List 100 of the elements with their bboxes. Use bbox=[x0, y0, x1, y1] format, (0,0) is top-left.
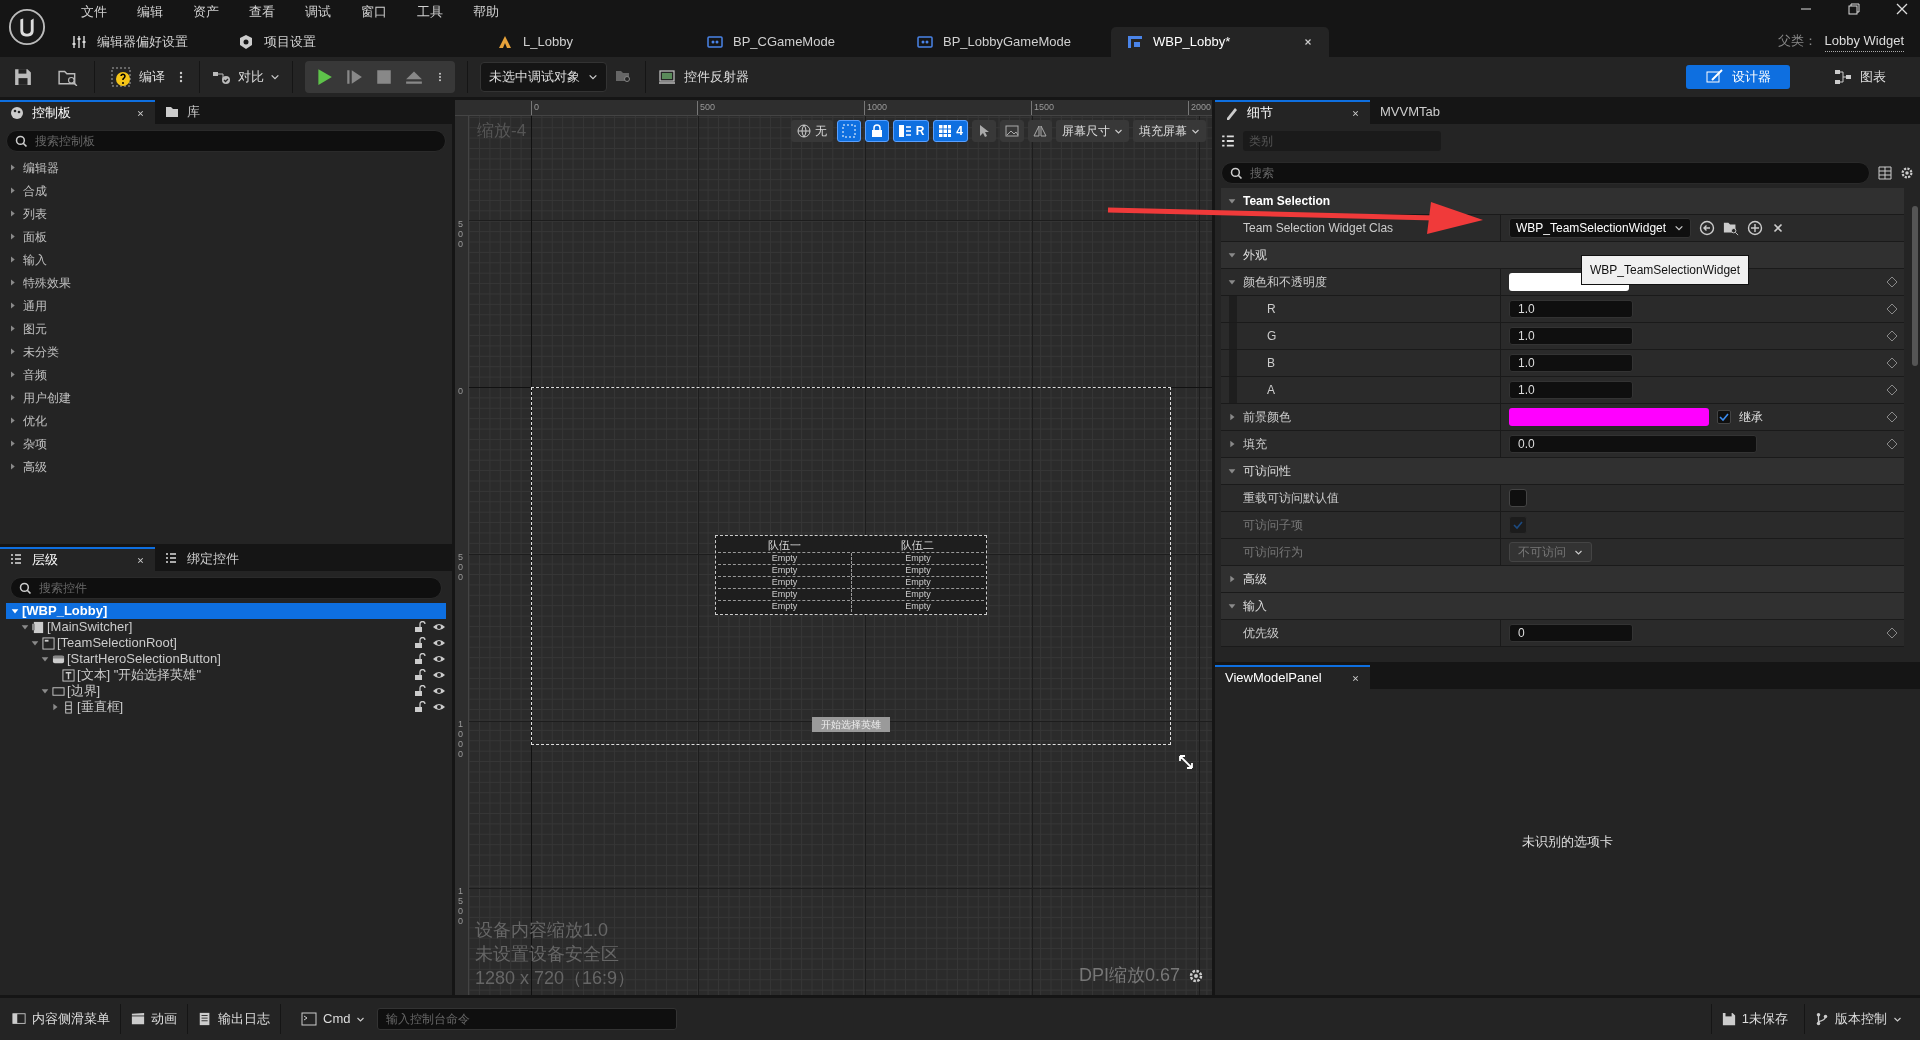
number-field[interactable]: 1.0 bbox=[1509, 354, 1633, 372]
tree-item[interactable]: [文本] "开始选择英雄" bbox=[6, 667, 446, 683]
menu-item[interactable]: 窗口 bbox=[346, 0, 402, 24]
status-bar-button[interactable]: 输出日志 bbox=[194, 1004, 281, 1034]
compile-button[interactable]: 编译 bbox=[111, 67, 165, 87]
palette-category[interactable]: 高级 bbox=[0, 455, 452, 478]
settings-icon[interactable] bbox=[1900, 166, 1914, 180]
number-field[interactable]: 0 bbox=[1509, 624, 1633, 642]
save-icon[interactable] bbox=[14, 68, 32, 86]
unlock-icon[interactable] bbox=[414, 621, 426, 633]
reset-diamond-icon[interactable] bbox=[1886, 330, 1898, 342]
document-tab[interactable]: BP_CGameMode bbox=[691, 27, 901, 57]
settings-icon[interactable] bbox=[1188, 967, 1204, 984]
parent-class-link[interactable]: Lobby Widget bbox=[1824, 31, 1904, 52]
palette-category[interactable]: 面板 bbox=[0, 225, 452, 248]
reset-diamond-icon[interactable] bbox=[1886, 627, 1898, 639]
menu-item[interactable]: 调试 bbox=[290, 0, 346, 24]
eye-icon[interactable] bbox=[432, 685, 446, 697]
add-icon[interactable] bbox=[1747, 220, 1764, 236]
image-toggle[interactable] bbox=[1000, 120, 1024, 142]
palette-category[interactable]: 列表 bbox=[0, 202, 452, 225]
category-list-icon[interactable] bbox=[1221, 134, 1235, 148]
unlock-icon[interactable] bbox=[414, 637, 426, 649]
close-icon[interactable] bbox=[1896, 3, 1908, 15]
unlock-icon[interactable] bbox=[414, 669, 426, 681]
palette-category[interactable]: 图元 bbox=[0, 317, 452, 340]
eye-icon[interactable] bbox=[432, 701, 446, 713]
step-icon[interactable] bbox=[345, 68, 363, 86]
class-picker-dropdown[interactable]: WBP_TeamSelectionWidget bbox=[1509, 218, 1692, 238]
play-icon[interactable] bbox=[315, 68, 333, 86]
document-tab[interactable]: WBP_Lobby* bbox=[1111, 27, 1329, 57]
panel-tab[interactable]: 控制板 bbox=[0, 100, 155, 124]
collapse-arrow-icon[interactable] bbox=[1227, 277, 1237, 287]
eye-icon[interactable] bbox=[432, 653, 446, 665]
resize-handle-icon[interactable] bbox=[1178, 754, 1194, 770]
designer-button[interactable]: 设计器 bbox=[1686, 65, 1790, 89]
preferences-button[interactable]: 编辑器偏好设置 bbox=[66, 32, 193, 52]
restore-icon[interactable] bbox=[1848, 3, 1860, 15]
reset-diamond-icon[interactable] bbox=[1886, 411, 1898, 423]
outline-toggle[interactable]: R bbox=[892, 120, 930, 142]
checkbox[interactable] bbox=[1509, 489, 1527, 507]
tree-item[interactable]: [WBP_Lobby] bbox=[6, 603, 446, 619]
menu-item[interactable]: 文件 bbox=[66, 0, 122, 24]
color-swatch[interactable] bbox=[1509, 408, 1709, 426]
marquee-toggle[interactable] bbox=[836, 120, 861, 142]
panel-tab[interactable]: 细节 bbox=[1215, 100, 1370, 124]
number-field[interactable]: 0.0 bbox=[1509, 435, 1757, 453]
palette-category[interactable]: 输入 bbox=[0, 248, 452, 271]
palette-category[interactable]: 未分类 bbox=[0, 340, 452, 363]
screen-size-dropdown[interactable]: 屏幕尺寸 bbox=[1056, 120, 1129, 142]
cmd-dropdown[interactable]: Cmd bbox=[295, 1009, 372, 1029]
reset-diamond-icon[interactable] bbox=[1886, 276, 1898, 288]
palette-category[interactable]: 特殊效果 bbox=[0, 271, 452, 294]
graph-button[interactable]: 图表 bbox=[1820, 65, 1900, 89]
palette-category[interactable]: 用户创建 bbox=[0, 386, 452, 409]
reset-diamond-icon[interactable] bbox=[1886, 384, 1898, 396]
menu-item[interactable]: 资产 bbox=[178, 0, 234, 24]
section-header[interactable]: 输入 bbox=[1221, 593, 1904, 620]
debug-target-dropdown[interactable]: 未选中调试对象 bbox=[480, 62, 607, 92]
unlock-icon[interactable] bbox=[414, 685, 426, 697]
number-field[interactable]: 1.0 bbox=[1509, 381, 1633, 399]
reset-diamond-icon[interactable] bbox=[1886, 303, 1898, 315]
palette-category[interactable]: 通用 bbox=[0, 294, 452, 317]
panel-tab[interactable]: 绑定控件 bbox=[155, 547, 295, 571]
tree-item[interactable]: [MainSwitcher] bbox=[6, 619, 446, 635]
fill-screen-dropdown[interactable]: 填充屏幕 bbox=[1133, 120, 1206, 142]
tree-item[interactable]: [StartHeroSelectionButton] bbox=[6, 651, 446, 667]
panel-tab[interactable]: MVVMTab bbox=[1370, 100, 1510, 124]
search-field[interactable]: 搜索控制板 bbox=[6, 130, 446, 152]
section-header[interactable]: Team Selection bbox=[1221, 188, 1904, 215]
unlock-icon[interactable] bbox=[414, 701, 426, 713]
reset-diamond-icon[interactable] bbox=[1886, 357, 1898, 369]
version-control-dropdown[interactable]: 版本控制 bbox=[1804, 1004, 1912, 1034]
close-icon[interactable] bbox=[1303, 37, 1313, 47]
document-tab[interactable]: BP_LobbyGameMode bbox=[901, 27, 1111, 57]
use-selected-icon[interactable] bbox=[1699, 220, 1716, 236]
project-settings-button[interactable]: 项目设置 bbox=[233, 32, 321, 52]
console-input[interactable]: 输入控制台命令 bbox=[377, 1008, 678, 1030]
browse-folder-icon[interactable] bbox=[58, 68, 78, 86]
lock-toggle[interactable] bbox=[864, 120, 889, 142]
scrollbar-thumb[interactable] bbox=[1912, 206, 1918, 366]
unsaved-button[interactable]: 1未保存 bbox=[1710, 1004, 1798, 1034]
browse-folder-icon[interactable] bbox=[1723, 220, 1740, 236]
panel-tab[interactable]: ViewModelPanel bbox=[1215, 665, 1370, 689]
widget-reflector-button[interactable]: 控件反射器 bbox=[658, 67, 749, 87]
eye-icon[interactable] bbox=[432, 669, 446, 681]
expand-arrow-icon[interactable] bbox=[50, 702, 60, 712]
tree-item[interactable]: [TeamSelectionRoot] bbox=[6, 635, 446, 651]
stop-icon[interactable] bbox=[375, 68, 393, 86]
reset-diamond-icon[interactable] bbox=[1886, 438, 1898, 450]
search-field[interactable]: 搜索 bbox=[1221, 162, 1870, 184]
close-icon[interactable] bbox=[1351, 108, 1360, 118]
menu-item[interactable]: 帮助 bbox=[458, 0, 514, 24]
diff-dropdown[interactable]: 对比 bbox=[212, 67, 280, 87]
palette-category[interactable]: 音频 bbox=[0, 363, 452, 386]
section-header[interactable]: 可访问性 bbox=[1221, 458, 1904, 485]
tree-item[interactable]: [边界] bbox=[6, 683, 446, 699]
collapse-arrow-icon[interactable] bbox=[40, 686, 50, 696]
grid-toggle[interactable]: 4 bbox=[933, 120, 968, 142]
menu-item[interactable]: 编辑 bbox=[122, 0, 178, 24]
